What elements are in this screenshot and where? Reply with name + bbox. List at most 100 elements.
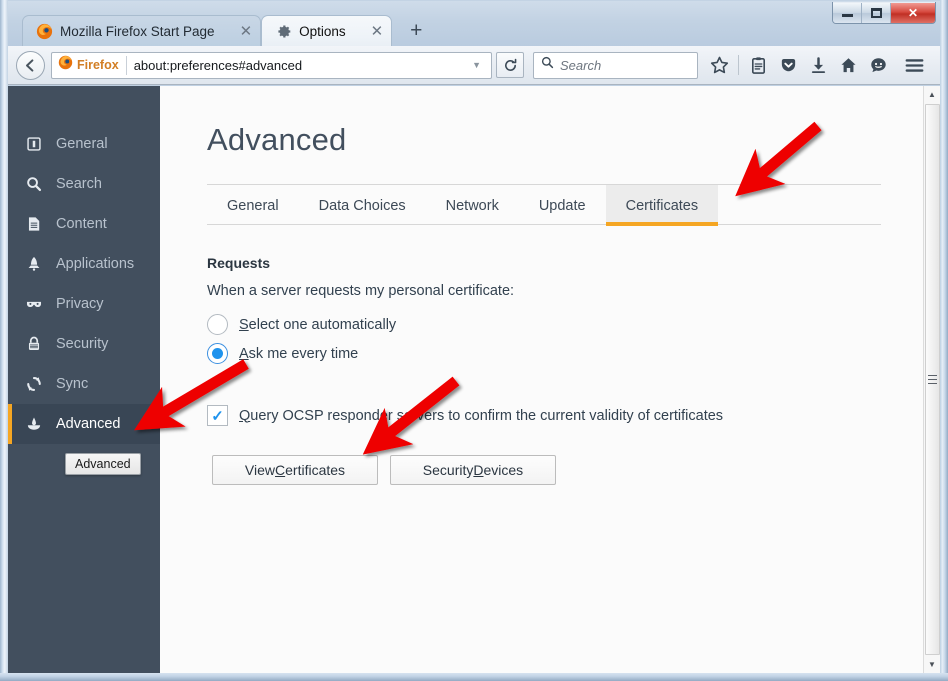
tab-general[interactable]: General bbox=[207, 185, 299, 226]
checkbox-row-query-ocsp[interactable]: ✓ Query OCSP responder servers to confir… bbox=[207, 401, 940, 430]
search-bar[interactable]: Search bbox=[533, 51, 698, 79]
sidebar-item-content[interactable]: Content bbox=[8, 204, 160, 244]
hamburger-menu-icon[interactable] bbox=[899, 50, 929, 80]
checkbox-label-query-ocsp: Query OCSP responder servers to confirm … bbox=[239, 407, 724, 424]
sidebar-item-label: Sync bbox=[56, 376, 89, 392]
lock-icon bbox=[24, 335, 43, 354]
radio-label-ask-me-every-time: Ask me every time bbox=[239, 345, 359, 362]
window-controls: ✕ bbox=[832, 2, 936, 24]
browser-window: ✕ Mozilla Firefox Start Page ✕ Options ✕… bbox=[0, 0, 948, 681]
search-icon bbox=[541, 56, 554, 74]
firefox-logo-icon bbox=[58, 55, 73, 75]
certificates-panel: Requests When a server requests my perso… bbox=[207, 225, 940, 485]
window-bottom-border bbox=[0, 673, 948, 681]
toolbar-icon-group bbox=[704, 50, 929, 80]
tab-title: Options bbox=[299, 23, 346, 39]
accesskey: D bbox=[473, 462, 484, 478]
preferences-tabbar: General Data Choices Network Update Cert… bbox=[207, 184, 881, 226]
url-text[interactable]: about:preferences#advanced bbox=[134, 58, 464, 73]
new-tab-button[interactable]: + bbox=[401, 15, 431, 46]
tab-update[interactable]: Update bbox=[519, 185, 606, 226]
sidebar-item-applications[interactable]: Applications bbox=[8, 244, 160, 284]
sidebar-item-label: Advanced bbox=[56, 416, 121, 432]
tab-data-choices[interactable]: Data Choices bbox=[299, 185, 426, 226]
accesskey: A bbox=[239, 345, 249, 362]
checkbox-query-ocsp[interactable]: ✓ bbox=[207, 405, 228, 426]
chevron-down-icon[interactable]: ▼ bbox=[464, 60, 489, 70]
requests-description: When a server requests my personal certi… bbox=[207, 283, 515, 299]
sidebar-item-privacy[interactable]: Privacy bbox=[8, 284, 160, 324]
sidebar-item-general[interactable]: General bbox=[8, 124, 160, 164]
accesskey: S bbox=[239, 316, 249, 333]
bookmark-star-icon[interactable] bbox=[704, 50, 734, 80]
sync-chat-icon[interactable] bbox=[863, 50, 893, 80]
content-icon bbox=[24, 215, 43, 234]
window-right-border bbox=[940, 0, 948, 681]
firefox-logo-icon bbox=[36, 23, 53, 40]
tab-title: Mozilla Firefox Start Page bbox=[60, 23, 215, 39]
sync-icon bbox=[24, 375, 43, 394]
radio-select-one-automatically[interactable] bbox=[207, 314, 228, 335]
tab-start-page[interactable]: Mozilla Firefox Start Page ✕ bbox=[22, 15, 262, 46]
general-icon bbox=[24, 135, 43, 154]
close-tab-icon[interactable]: ✕ bbox=[222, 24, 253, 39]
pocket-icon[interactable] bbox=[773, 50, 803, 80]
restore-button[interactable] bbox=[862, 2, 891, 23]
toolbar-separator bbox=[738, 55, 739, 75]
minimize-button[interactable] bbox=[833, 2, 862, 23]
close-window-button[interactable]: ✕ bbox=[891, 2, 935, 23]
tab-certificates[interactable]: Certificates bbox=[605, 185, 719, 226]
back-button[interactable] bbox=[16, 50, 45, 80]
gear-icon bbox=[275, 23, 292, 40]
sidebar-item-advanced[interactable]: Advanced bbox=[8, 404, 160, 444]
sidebar-item-label: Search bbox=[56, 176, 102, 192]
tab-options[interactable]: Options ✕ bbox=[261, 15, 393, 46]
sidebar-item-security[interactable]: Security bbox=[8, 324, 160, 364]
sidebar-item-label: General bbox=[56, 136, 108, 152]
radio-label-select-one-automatically: Select one automatically bbox=[239, 316, 397, 333]
search-icon bbox=[24, 175, 43, 194]
home-icon[interactable] bbox=[833, 50, 863, 80]
url-bar[interactable]: Firefox about:preferences#advanced ▼ bbox=[51, 51, 492, 79]
sidebar-item-search[interactable]: Search bbox=[8, 164, 160, 204]
page-title: Advanced bbox=[207, 122, 347, 157]
radio-row-select-automatically[interactable]: Select one automatically bbox=[207, 310, 940, 339]
identity-box[interactable]: Firefox bbox=[58, 55, 127, 75]
view-certificates-button[interactable]: View Certificates bbox=[212, 455, 378, 485]
sidebar-item-label: Security bbox=[56, 336, 109, 352]
sidebar-tooltip: Advanced bbox=[65, 453, 141, 475]
reading-list-icon[interactable] bbox=[743, 50, 773, 80]
privacy-mask-icon bbox=[24, 295, 43, 314]
applications-icon bbox=[24, 255, 43, 274]
search-input[interactable]: Search bbox=[560, 58, 601, 73]
advanced-icon bbox=[24, 415, 43, 434]
requests-group-label: Requests bbox=[207, 255, 271, 271]
certificate-buttons-row: View Certificates Security Devices bbox=[212, 455, 940, 485]
navigation-toolbar: Firefox about:preferences#advanced ▼ Sea… bbox=[8, 46, 940, 85]
tab-list: Mozilla Firefox Start Page ✕ Options ✕ + bbox=[22, 15, 431, 46]
close-tab-icon[interactable]: ✕ bbox=[353, 24, 384, 39]
vertical-scrollbar[interactable]: ▲ ▼ bbox=[923, 86, 940, 673]
preferences-sidebar: General Search Content Applications Priv… bbox=[8, 86, 160, 673]
security-devices-button[interactable]: Security Devices bbox=[390, 455, 556, 485]
window-left-border bbox=[0, 0, 8, 681]
scrollbar-grip-icon bbox=[927, 375, 937, 384]
tab-strip: ✕ Mozilla Firefox Start Page ✕ Options ✕… bbox=[8, 1, 940, 46]
radio-row-ask-every-time[interactable]: Ask me every time bbox=[207, 339, 940, 368]
scroll-up-arrow-icon[interactable]: ▲ bbox=[924, 86, 941, 103]
sidebar-item-label: Applications bbox=[56, 256, 135, 272]
sidebar-item-label: Content bbox=[56, 216, 107, 232]
scroll-down-arrow-icon[interactable]: ▼ bbox=[924, 656, 941, 673]
tab-network[interactable]: Network bbox=[426, 185, 519, 226]
reload-button[interactable] bbox=[496, 52, 524, 78]
identity-label: Firefox bbox=[77, 58, 119, 72]
accesskey: C bbox=[275, 462, 286, 478]
radio-ask-me-every-time[interactable] bbox=[207, 343, 228, 364]
accesskey: Q bbox=[239, 407, 251, 424]
preferences-content: General Search Content Applications Priv… bbox=[8, 86, 940, 673]
scrollbar-thumb[interactable] bbox=[924, 104, 940, 655]
sidebar-item-sync[interactable]: Sync bbox=[8, 364, 160, 404]
downloads-icon[interactable] bbox=[803, 50, 833, 80]
sidebar-item-label: Privacy bbox=[56, 296, 104, 312]
preferences-main-pane: Advanced General Data Choices Network Up… bbox=[160, 86, 940, 673]
